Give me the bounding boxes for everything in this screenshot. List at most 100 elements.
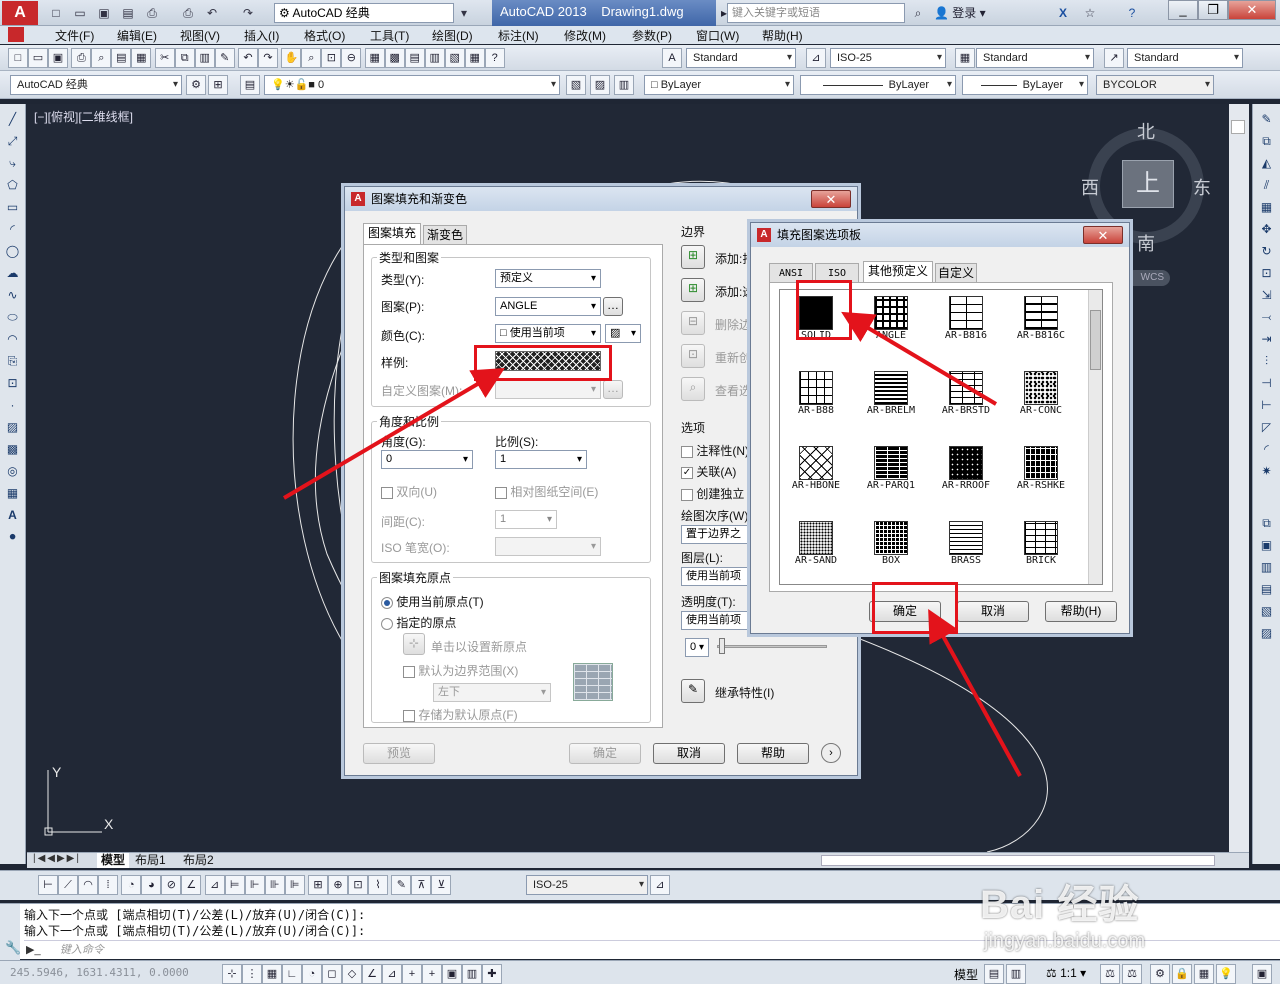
- palette-dialog-close-button[interactable]: ✕: [1083, 226, 1123, 244]
- pattern-ar-rshke[interactable]: AR-RSHKE: [1005, 446, 1077, 491]
- publish-icon[interactable]: ▤: [111, 48, 132, 68]
- clean-screen-icon[interactable]: ▣: [1252, 964, 1272, 984]
- list-icon[interactable]: ▨: [1257, 624, 1276, 642]
- tab-custom[interactable]: 自定义: [935, 263, 977, 283]
- layer-manager-icon[interactable]: ▤: [240, 75, 260, 95]
- pattern-brass[interactable]: BRASS: [930, 521, 1002, 566]
- menu-insert[interactable]: 插入(I): [244, 27, 279, 44]
- redo2-icon[interactable]: ↷: [258, 48, 279, 68]
- construction-line-icon[interactable]: ⤢: [3, 132, 22, 150]
- menu-logo-icon[interactable]: [8, 27, 24, 42]
- use-current-origin-radio[interactable]: 使用当前原点(T): [381, 593, 484, 610]
- hatch-cancel-button[interactable]: 取消: [653, 743, 725, 764]
- pan-icon[interactable]: ✋: [281, 48, 302, 68]
- otrack-icon[interactable]: ∠: [362, 964, 382, 984]
- horizontal-scrollbar[interactable]: [821, 855, 1215, 866]
- group-icon[interactable]: ▥: [1257, 558, 1276, 576]
- compass-south[interactable]: 南: [1137, 230, 1155, 256]
- preview-icon[interactable]: ⌕: [91, 48, 112, 68]
- palette-cancel-button[interactable]: 取消: [957, 601, 1029, 622]
- annotative-checkbox[interactable]: 注释性(N): [681, 442, 749, 459]
- quickview-layouts-icon[interactable]: ▤: [984, 964, 1004, 984]
- zoom-window-icon[interactable]: ⊡: [321, 48, 342, 68]
- revcloud-icon[interactable]: ☁: [3, 264, 22, 282]
- default-boundary-checkbox[interactable]: 默认为边界范围(X): [403, 662, 518, 679]
- print-icon[interactable]: ⎙: [178, 3, 198, 22]
- menu-edit[interactable]: 编辑(E): [117, 27, 157, 44]
- preview-button[interactable]: 预览: [363, 743, 435, 764]
- transparency-value-input[interactable]: 0: [685, 638, 709, 657]
- mleader-style-combo[interactable]: Standard: [1127, 48, 1243, 68]
- pattern-ar-b816c[interactable]: AR-B816C: [1005, 296, 1077, 341]
- bg-color-combo[interactable]: ▨: [605, 324, 641, 343]
- tpy-icon[interactable]: ▣: [442, 964, 462, 984]
- hatch-icon[interactable]: ▨: [3, 418, 22, 436]
- workspace-switch-icon[interactable]: ⚙: [1150, 964, 1170, 984]
- ellipse-icon[interactable]: ⬭: [3, 308, 22, 326]
- mtext-icon[interactable]: A: [3, 506, 22, 524]
- binoculars-icon[interactable]: ⌕: [908, 3, 928, 22]
- matchprop-icon[interactable]: ✎: [214, 48, 235, 68]
- design-center-icon[interactable]: ▩: [384, 48, 405, 68]
- plot2-icon[interactable]: ⎙: [71, 48, 92, 68]
- snap-icon[interactable]: ⋮: [242, 964, 262, 984]
- vertical-scrollbar[interactable]: [1229, 104, 1249, 852]
- dim-style-icon[interactable]: ⊿: [806, 48, 826, 68]
- separate-checkbox[interactable]: 创建独立: [681, 485, 744, 502]
- text-style-icon[interactable]: A: [662, 48, 682, 68]
- fillet-icon[interactable]: ◜: [1257, 440, 1276, 458]
- pattern-browse-button[interactable]: …: [603, 297, 623, 316]
- dyn-icon[interactable]: +: [402, 964, 422, 984]
- transparency-slider-thumb[interactable]: [719, 638, 725, 654]
- jog-linear-icon[interactable]: ⌇: [368, 875, 389, 895]
- add-selected-icon[interactable]: ⚫: [3, 528, 22, 546]
- minimize-button[interactable]: _: [1168, 0, 1198, 20]
- line-icon[interactable]: ╱: [3, 110, 22, 128]
- wcs-menu[interactable]: WCS: [1126, 270, 1170, 286]
- text-style-combo[interactable]: Standard: [686, 48, 796, 68]
- move-icon[interactable]: ✥: [1257, 220, 1276, 238]
- tab-layout1[interactable]: 布局1: [135, 853, 166, 868]
- pattern-ar-b816[interactable]: AR-B816: [930, 296, 1002, 341]
- viewcube-face[interactable]: 上: [1122, 160, 1174, 208]
- relative-checkbox[interactable]: 相对图纸空间(E): [495, 483, 598, 500]
- quick-dim-icon[interactable]: ⊿: [204, 875, 225, 895]
- zoom-realtime-icon[interactable]: ⌕: [301, 48, 322, 68]
- pattern-ar-rroof[interactable]: AR-RROOF: [930, 446, 1002, 491]
- array-icon[interactable]: ▦: [1257, 198, 1276, 216]
- extend-icon[interactable]: ⇥: [1257, 330, 1276, 348]
- remove-boundaries-button[interactable]: ⊟: [681, 311, 705, 335]
- circle-icon[interactable]: ◯: [3, 242, 22, 260]
- open-icon[interactable]: ▭: [70, 3, 90, 22]
- add-select-objects-button[interactable]: ⊞: [681, 278, 705, 302]
- menu-file[interactable]: 文件(F): [55, 27, 94, 44]
- break-icon[interactable]: ⊣: [1257, 374, 1276, 392]
- inspect-icon[interactable]: ⊡: [348, 875, 369, 895]
- infer-icon[interactable]: ⊹: [222, 964, 242, 984]
- layer-combo[interactable]: 💡☀🔓■ 0: [264, 75, 560, 95]
- hatch-dialog-close-button[interactable]: ✕: [811, 190, 851, 208]
- workspace-dropdown[interactable]: ⚙ AutoCAD 经典: [274, 3, 454, 23]
- pattern-ar-brstd[interactable]: AR-BRSTD: [930, 371, 1002, 416]
- ducs-icon[interactable]: ⊿: [382, 964, 402, 984]
- 3ddwf-icon[interactable]: ▦: [131, 48, 152, 68]
- osnap-icon[interactable]: ◻: [322, 964, 342, 984]
- layer-state-icon[interactable]: ▥: [614, 75, 634, 95]
- annotation-visibility-icon[interactable]: ⚖: [1100, 964, 1120, 984]
- polar-icon[interactable]: ◔: [302, 964, 322, 984]
- angular-icon[interactable]: ∠: [181, 875, 202, 895]
- spacing-input[interactable]: 1: [495, 510, 557, 529]
- dim-toolbar-style-combo[interactable]: ISO-25: [526, 875, 648, 895]
- custom-pattern-combo[interactable]: [495, 380, 601, 399]
- save-icon[interactable]: ▣: [94, 3, 114, 22]
- help-icon[interactable]: ?: [1122, 3, 1142, 22]
- point-icon[interactable]: ·: [3, 396, 22, 414]
- menu-format[interactable]: 格式(O): [304, 27, 345, 44]
- redo-icon[interactable]: ↷: [238, 3, 258, 22]
- tab-model[interactable]: 模型: [97, 853, 130, 868]
- pattern-ar-sand[interactable]: AR-SAND: [780, 521, 852, 566]
- lwt-icon[interactable]: +: [422, 964, 442, 984]
- scale-icon[interactable]: ⊡: [1257, 264, 1276, 282]
- viewport-label[interactable]: [−][俯视][二维线框]: [34, 108, 133, 125]
- undo2-icon[interactable]: ↶: [238, 48, 259, 68]
